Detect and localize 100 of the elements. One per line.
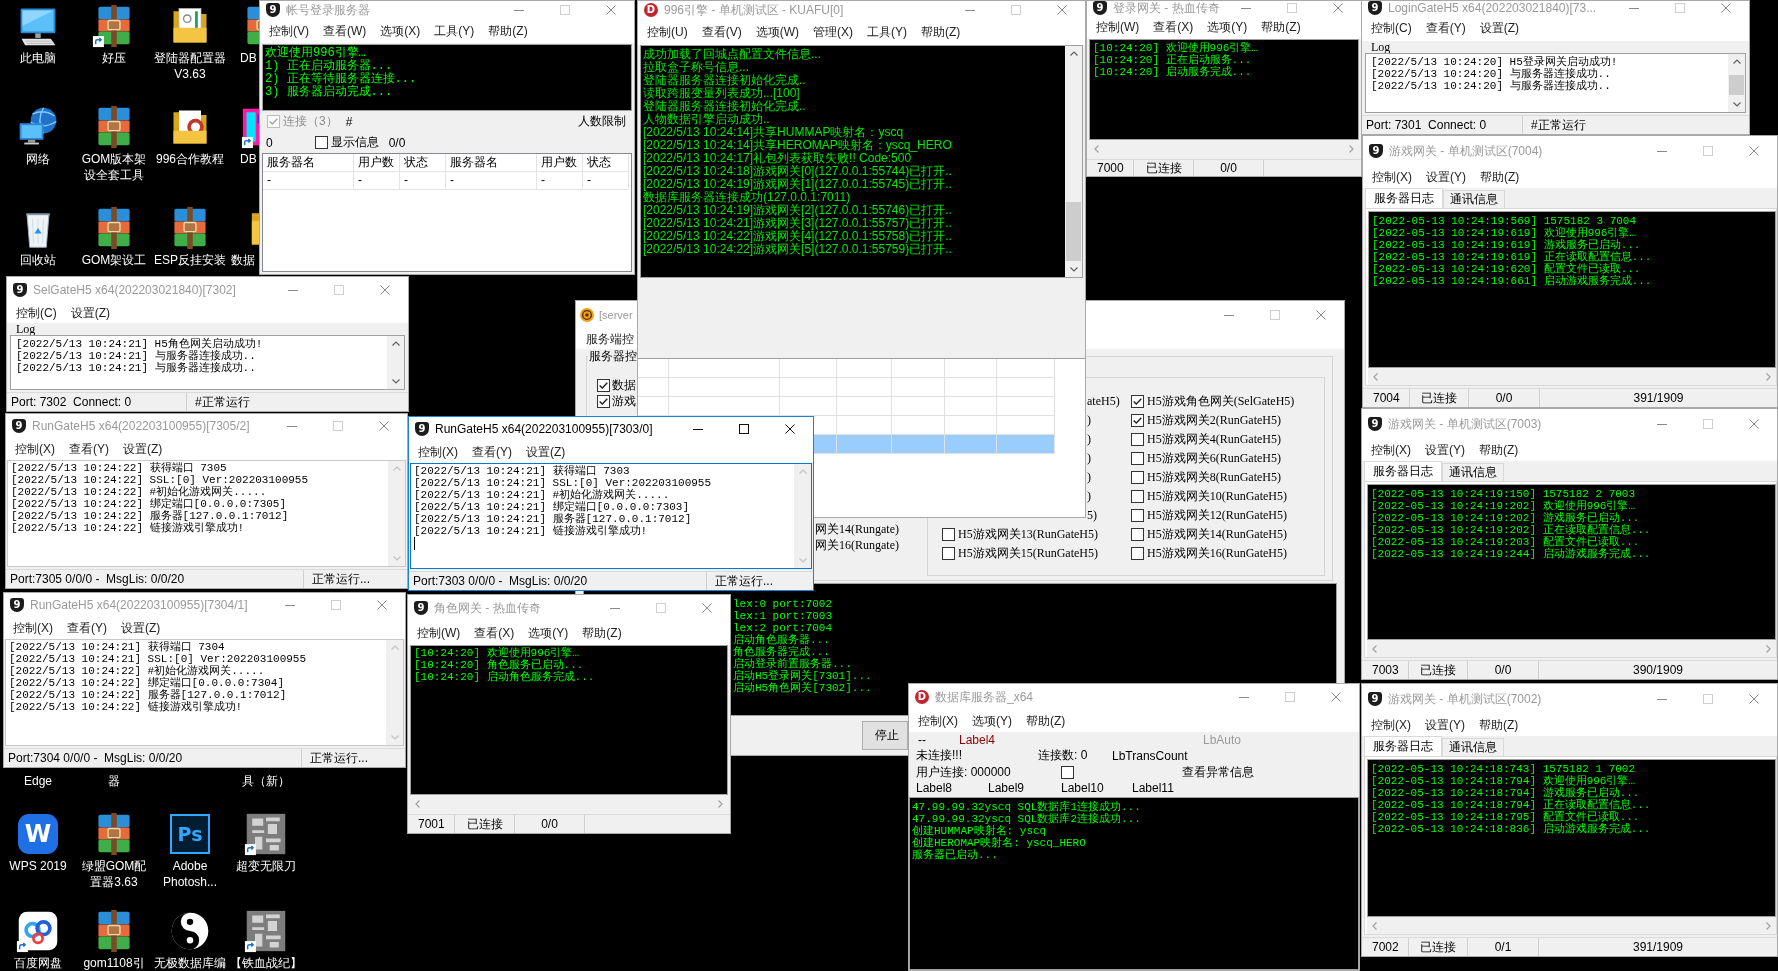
log-line: [2022/5/13 10:24:18]游戏网关[0](127.0.0.1:55744)已打开.. [643,165,952,178]
w-logo[interactable]: W [18,814,58,854]
column-header[interactable]: 服务器名 [446,154,537,172]
chevron-right-icon [1349,144,1354,153]
table-row[interactable] [814,435,1055,454]
menu-item[interactable]: 设置(Z) [114,621,168,635]
menu-item[interactable]: 设置(Z) [116,442,170,456]
table-row[interactable] [638,359,1055,378]
chevron-left-icon [415,799,420,808]
menu-item[interactable]: 设置(Z) [63,306,117,320]
vertical-scrollbar[interactable] [386,640,403,745]
menu-item[interactable]: 设置(Y) [1418,718,1472,732]
checkbox[interactable] [597,378,610,392]
vertical-scrollbar[interactable] [387,336,404,389]
checkbox[interactable] [314,136,328,149]
horizontal-scrollbar[interactable] [1367,917,1776,934]
tab[interactable]: 通讯信息 [1442,738,1504,756]
menu-item[interactable]: 服务端控 [578,332,634,346]
menu-item[interactable]: 控制(U) [640,25,695,39]
menu-item[interactable]: 控制(X) [6,621,60,635]
menu-item[interactable]: 帮助(Z) [914,25,968,39]
menu-item[interactable]: 查看(Y) [465,445,519,459]
horizontal-scrollbar[interactable] [1367,640,1776,657]
menu-item[interactable]: 选项(Y) [1200,20,1255,34]
tab[interactable]: 通讯信息 [1443,190,1505,208]
menu-item[interactable]: 控制(C) [1364,21,1419,35]
menu-item[interactable]: 查看(Y) [62,442,116,456]
checkbox[interactable] [1131,471,1144,484]
menu-item[interactable]: 控制(X) [411,445,465,459]
column-header[interactable]: 用户数 [354,154,400,172]
menu-item[interactable]: 控制(X) [1364,718,1418,732]
menu-item[interactable]: 管理(X) [806,25,860,39]
checkbox[interactable] [942,547,955,560]
menu-item[interactable]: 选项(W) [748,25,806,39]
menu-item[interactable]: 设置(Y) [1419,170,1473,184]
menu-item[interactable]: 选项(Y) [965,714,1019,728]
column-header[interactable]: 服务器名 [263,154,354,172]
menu-item[interactable]: 设置(Z) [519,445,573,459]
maximize-icon [333,421,343,431]
app-logo: 9 [1368,417,1382,431]
scroll-thumb[interactable] [1066,202,1081,261]
menu-item[interactable]: 工具(Y) [427,24,482,38]
menu-item[interactable]: 查看(W) [316,24,374,38]
checkbox[interactable] [1131,452,1144,465]
ps-logo[interactable]: Ps [170,814,210,854]
menu-item[interactable]: 控制(V) [262,24,316,38]
menu-item[interactable]: 控制(X) [8,442,62,456]
checkbox[interactable] [1131,433,1144,446]
column-header[interactable]: 状态 [400,154,446,172]
menu-item[interactable]: 工具(Y) [860,25,914,39]
horizontal-scrollbar[interactable] [1368,368,1776,385]
checkbox[interactable] [597,394,610,408]
menu-item[interactable]: 查看(X) [1146,20,1201,34]
menu-item[interactable]: 帮助(Z) [481,24,535,38]
tab[interactable]: 服务器日志 [1364,736,1442,756]
icon-label: 百度网盘 [14,955,62,971]
menu-item[interactable]: 帮助(Z) [575,626,629,640]
checkbox[interactable] [1061,766,1074,779]
menu-item[interactable]: 帮助(Z) [1472,718,1526,732]
menu-item[interactable]: 帮助(Z) [1019,714,1073,728]
mosaic-tile-icon[interactable] [244,909,288,953]
checkbox[interactable] [1131,395,1144,408]
vertical-scrollbar[interactable] [794,464,811,568]
mosaic-tile-icon[interactable] [244,812,288,856]
menu-item[interactable]: 设置(Z) [1472,21,1526,35]
menu-item[interactable]: 帮助(Z) [1472,443,1526,457]
stop-button[interactable]: 停止 [862,721,908,750]
column-header[interactable]: 用户数 [537,154,583,172]
scroll-thumb[interactable] [1729,75,1744,95]
rings-icon[interactable] [16,909,60,953]
menu-item[interactable]: 帮助(Z) [1254,20,1308,34]
table-row[interactable] [638,378,1055,397]
menu-item[interactable]: 查看(Y) [60,621,114,635]
tab[interactable]: 服务器日志 [1365,188,1443,208]
tab[interactable]: 通讯信息 [1442,463,1504,481]
vertical-scrollbar[interactable] [1728,54,1745,112]
vertical-scrollbar[interactable] [1065,46,1082,277]
menu-item[interactable]: 帮助(Z) [1473,170,1527,184]
checkbox[interactable] [1131,490,1144,503]
column-header[interactable]: 状态 [583,154,629,172]
menu-item[interactable]: 设置(Y) [1418,443,1472,457]
menu-item[interactable]: 控制(W) [410,626,468,640]
checkbox[interactable] [1131,414,1144,427]
menu-item[interactable]: 控制(W) [1089,20,1147,34]
menu-item[interactable]: 控制(X) [1364,443,1418,457]
menu-item[interactable]: 查看(X) [467,626,522,640]
checkbox[interactable] [1131,547,1144,560]
checkbox[interactable] [942,528,955,541]
menu-item[interactable]: 控制(X) [1365,170,1419,184]
checkbox[interactable] [1131,509,1144,522]
menu-item[interactable]: 控制(C) [9,306,64,320]
checkbox-label: ) [1087,470,1091,485]
menu-item[interactable]: 控制(X) [911,714,965,728]
tab[interactable]: 服务器日志 [1364,461,1442,481]
vertical-scrollbar[interactable] [388,461,405,566]
menu-item[interactable]: 选项(Y) [521,626,576,640]
menu-item[interactable]: 查看(Y) [1418,21,1473,35]
menu-item[interactable]: 选项(X) [373,24,428,38]
menu-item[interactable]: 查看(V) [694,25,749,39]
checkbox[interactable] [1131,528,1144,541]
